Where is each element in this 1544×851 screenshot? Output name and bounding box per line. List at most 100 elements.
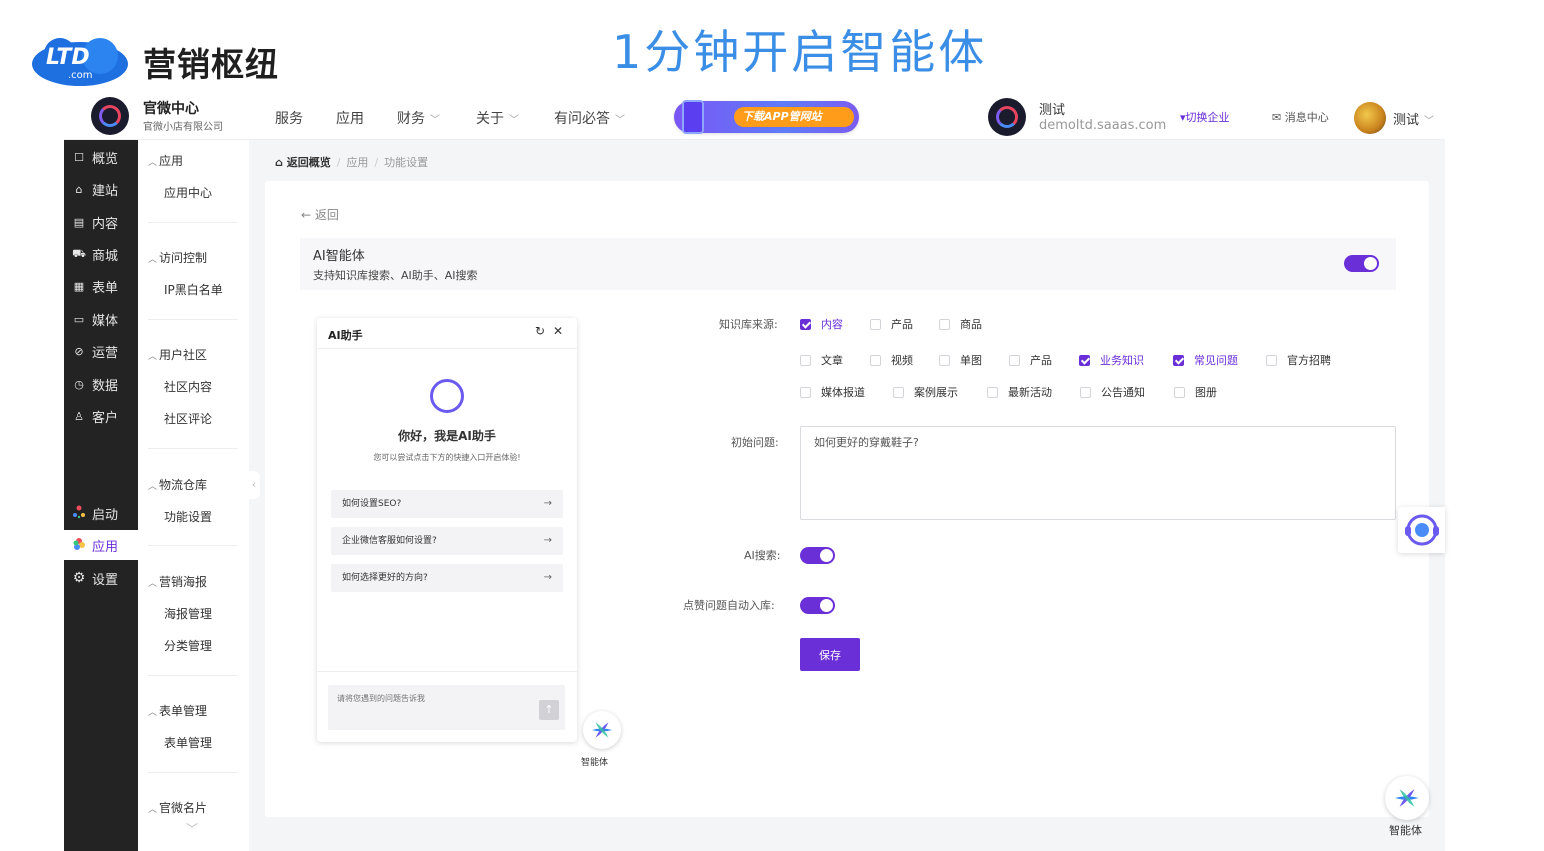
breadcrumb-current: 功能设置 <box>384 156 429 169</box>
form-icon: ▦ <box>73 279 85 293</box>
arrow-right-icon: → <box>543 498 552 509</box>
menu-group-access-control[interactable]: ︿ 访问控制 <box>148 249 207 266</box>
sidebar-item-customers[interactable]: ♙ 客户 <box>64 401 138 431</box>
initial-question-label: 初始问题: <box>731 436 779 449</box>
save-button[interactable]: 保存 <box>800 638 860 671</box>
quick-question[interactable]: 如何设置SEO? → <box>331 490 563 518</box>
message-center-button[interactable]: ✉ 消息中心 <box>1272 109 1329 125</box>
sidebar-item-launch[interactable]: 启动 <box>64 498 138 528</box>
agent-launcher-floating[interactable] <box>1385 776 1429 820</box>
menu-item-community-content[interactable]: 社区内容 <box>164 378 212 395</box>
nav-services[interactable]: 服务 <box>275 108 303 128</box>
chevron-down-icon: ﹀ <box>615 115 625 126</box>
initial-question-field[interactable]: 如何更好的穿戴鞋子? <box>800 426 1396 520</box>
ai-search-toggle[interactable] <box>800 547 835 564</box>
menu-group-logistics[interactable]: ︿ 物流仓库 <box>148 476 207 493</box>
checkbox-goods[interactable]: 商品 <box>939 316 982 332</box>
checkbox-video[interactable]: 视频 <box>870 352 913 368</box>
checkbox-cases[interactable]: 案例展示 <box>893 384 958 400</box>
sidebar-item-overview[interactable]: ☐ 概览 <box>64 142 138 172</box>
checkbox-single-image[interactable]: 单图 <box>939 352 982 368</box>
customer-support-button[interactable] <box>1398 507 1445 553</box>
menu-item-app-center[interactable]: 应用中心 <box>164 184 212 201</box>
home-icon: ⌂ <box>275 156 283 169</box>
sidebar-item-settings[interactable]: ⚙ 设置 <box>64 563 138 593</box>
close-icon[interactable]: ✕ <box>553 324 563 338</box>
checkbox-content[interactable]: 内容 <box>800 316 843 332</box>
ltd-logo: LTD .com <box>30 34 134 88</box>
menu-item-feature-settings[interactable]: 功能设置 <box>164 508 212 525</box>
sidebar-item-operations[interactable]: ⊘ 运营 <box>64 336 138 366</box>
checkbox-product[interactable]: 产品 <box>870 316 913 332</box>
org-logo[interactable] <box>91 97 129 135</box>
checkbox-media-reports[interactable]: 媒体报道 <box>800 384 865 400</box>
sidebar-item-apps[interactable]: 应用 <box>64 530 138 560</box>
menu-item-category-manage[interactable]: 分类管理 <box>164 637 212 654</box>
checkbox-business-knowledge[interactable]: 业务知识 <box>1079 352 1144 368</box>
sidebar-item-site[interactable]: ⌂ 建站 <box>64 174 138 204</box>
menu-item-form-manage[interactable]: 表单管理 <box>164 734 212 751</box>
chevron-down-icon: ﹀ <box>509 115 519 126</box>
agent-launcher[interactable] <box>583 711 621 749</box>
checkbox-album[interactable]: 图册 <box>1174 384 1217 400</box>
avatar[interactable] <box>1354 102 1386 134</box>
collapse-sidebar-button[interactable]: ‹ <box>248 471 260 499</box>
agent-floating-label: 智能体 <box>1389 824 1422 837</box>
cart-icon: ⛟ <box>72 246 86 260</box>
download-app-banner[interactable]: 下载APP管网站 <box>674 100 859 134</box>
checkbox-notices[interactable]: 公告通知 <box>1080 384 1145 400</box>
sidebar-item-forms[interactable]: ▦ 表单 <box>64 271 138 301</box>
chevron-down-icon: ﹀ <box>1424 116 1435 127</box>
chevron-up-icon: ︿ <box>148 805 158 815</box>
nav-apps[interactable]: 应用 <box>336 108 364 128</box>
home-icon: ⌂ <box>75 182 83 196</box>
menu-item-ip-list[interactable]: IP黑白名单 <box>164 281 223 298</box>
divider <box>148 545 238 546</box>
feature-title: AI智能体 <box>313 249 365 264</box>
send-button[interactable]: ↑ <box>539 700 559 720</box>
auto-add-label: 点赞问题自动入库: <box>683 599 775 612</box>
feature-toggle[interactable] <box>1344 255 1379 272</box>
menu-group-posters[interactable]: ︿ 营销海报 <box>148 573 207 590</box>
sidebar-item-data[interactable]: ◷ 数据 <box>64 369 138 399</box>
launch-dots-icon <box>72 505 86 522</box>
quick-question[interactable]: 如何选择更好的方向? → <box>331 564 563 592</box>
menu-group-form-manage[interactable]: ︿ 表单管理 <box>148 702 207 719</box>
refresh-icon[interactable]: ↻ <box>535 324 545 338</box>
nav-about[interactable]: 关于 ﹀ <box>476 108 519 128</box>
menu-group-business-card[interactable]: ︿ 官微名片 <box>148 799 207 816</box>
divider <box>317 348 577 349</box>
clock-icon: ◷ <box>74 377 84 391</box>
checkbox-article[interactable]: 文章 <box>800 352 843 368</box>
org-name: 官微中心 <box>143 101 199 117</box>
menu-group-community[interactable]: ︿ 用户社区 <box>148 346 207 363</box>
sidebar-item-content[interactable]: ▤ 内容 <box>64 207 138 237</box>
menu-item-community-comments[interactable]: 社区评论 <box>164 410 212 427</box>
settings-card: ← 返回 AI智能体 支持知识库搜索、AI助手、AI搜索 AI助手 ↻ ✕ 你好… <box>265 181 1429 817</box>
checkbox-jobs[interactable]: 官方招聘 <box>1266 352 1331 368</box>
sidebar-item-mall[interactable]: ⛟ 商城 <box>64 239 138 269</box>
checkbox-faq[interactable]: 常见问题 <box>1173 352 1238 368</box>
chat-input[interactable] <box>328 685 565 730</box>
checkbox-product-2[interactable]: 产品 <box>1009 352 1052 368</box>
org-company: 官微小店有限公司 <box>143 122 223 133</box>
sidebar-item-media[interactable]: ▭ 媒体 <box>64 304 138 334</box>
nav-faq[interactable]: 有问必答 ﹀ <box>554 108 625 128</box>
nav-finance[interactable]: 财务 ﹀ <box>397 108 440 128</box>
switch-enterprise-button[interactable]: ▾切换企业 <box>1180 109 1230 125</box>
breadcrumb-apps[interactable]: 应用 <box>346 156 368 169</box>
user-menu[interactable]: 测试 ﹀ <box>1393 109 1434 128</box>
ltd-logo-text: LTD <box>46 45 90 70</box>
auto-add-toggle[interactable] <box>800 597 835 614</box>
back-link[interactable]: ← 返回 <box>301 206 339 223</box>
download-app-label: 下载APP管网站 <box>734 107 854 127</box>
scroll-down-icon[interactable]: ﹀ <box>186 820 198 837</box>
divider <box>148 675 238 676</box>
checkbox-events[interactable]: 最新活动 <box>987 384 1052 400</box>
headset-icon <box>1405 514 1439 546</box>
breadcrumb-home[interactable]: ⌂ 返回概览 <box>275 156 331 169</box>
menu-item-poster-manage[interactable]: 海报管理 <box>164 605 212 622</box>
quick-question[interactable]: 企业微信客服如何设置? → <box>331 527 563 555</box>
menu-group-apps[interactable]: ︿ 应用 <box>148 152 183 169</box>
store-domain[interactable]: demoltd.saaas.com <box>1039 118 1166 133</box>
